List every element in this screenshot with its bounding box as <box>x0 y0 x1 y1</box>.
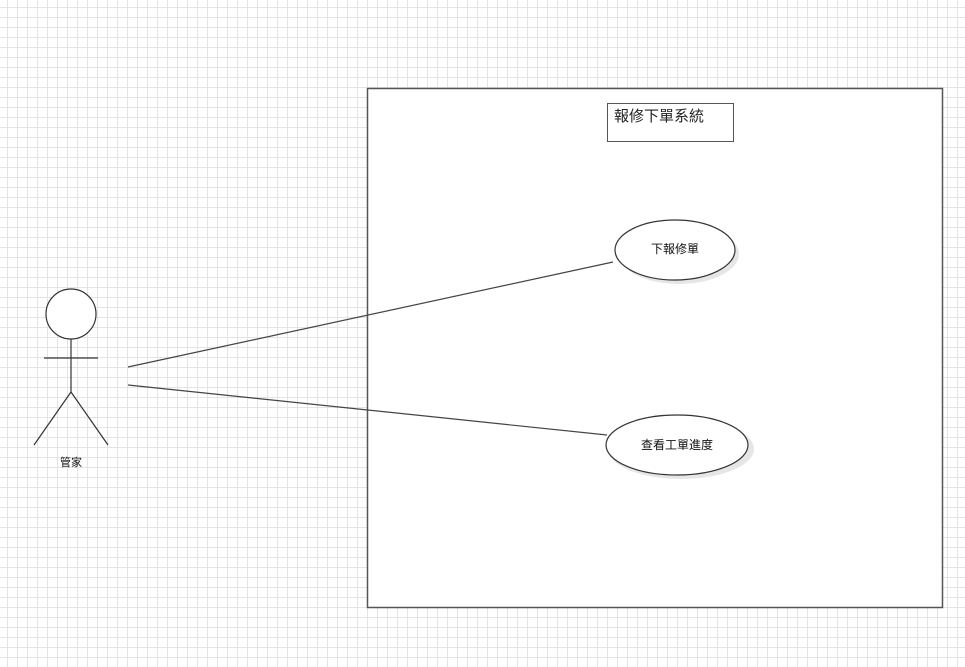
usecase-label-1[interactable]: 下報修單 <box>615 242 735 256</box>
system-title[interactable]: 報修下單系統 <box>607 103 734 142</box>
actor-name[interactable]: 管家 <box>44 454 98 470</box>
actor-right-leg <box>70 391 109 446</box>
diagram-canvas <box>33 87 944 609</box>
usecase-label-2[interactable]: 查看工單進度 <box>606 438 748 452</box>
actor-figure[interactable] <box>33 288 109 446</box>
actor-head <box>45 288 97 340</box>
system-boundary[interactable] <box>366 87 944 609</box>
actor-left-leg <box>33 391 72 446</box>
